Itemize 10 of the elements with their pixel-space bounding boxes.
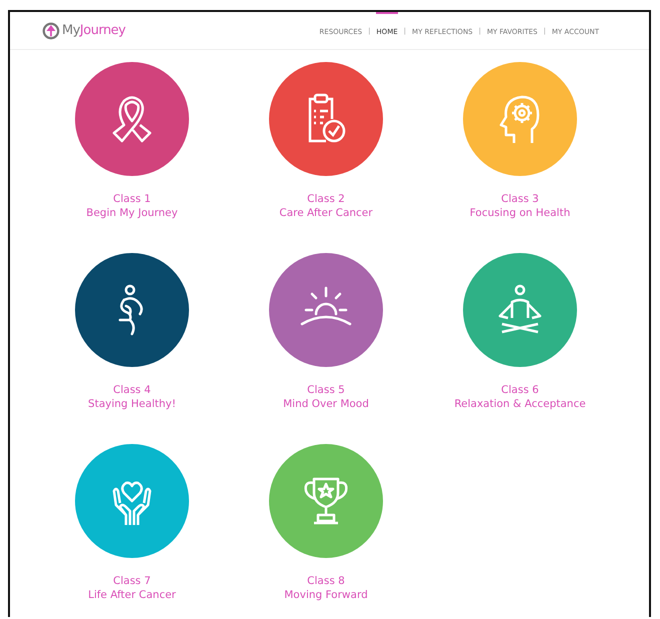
class-label[interactable]: Class 2 Care After Cancer (279, 192, 373, 220)
logo-icon (42, 22, 60, 40)
class-label[interactable]: Class 4 Staying Healthy! (88, 383, 176, 411)
class-label[interactable]: Class 8 Moving Forward (284, 574, 368, 602)
logo-text: MyJourney (62, 23, 126, 38)
class-label[interactable]: Class 5 Mind Over Mood (283, 383, 369, 411)
class-label[interactable]: Class 3 Focusing on Health (470, 192, 570, 220)
class-label[interactable]: Class 6 Relaxation & Acceptance (454, 383, 586, 411)
class-label[interactable]: Class 7 Life After Cancer (88, 574, 176, 602)
class-label[interactable]: Class 1 Begin My Journey (86, 192, 178, 220)
